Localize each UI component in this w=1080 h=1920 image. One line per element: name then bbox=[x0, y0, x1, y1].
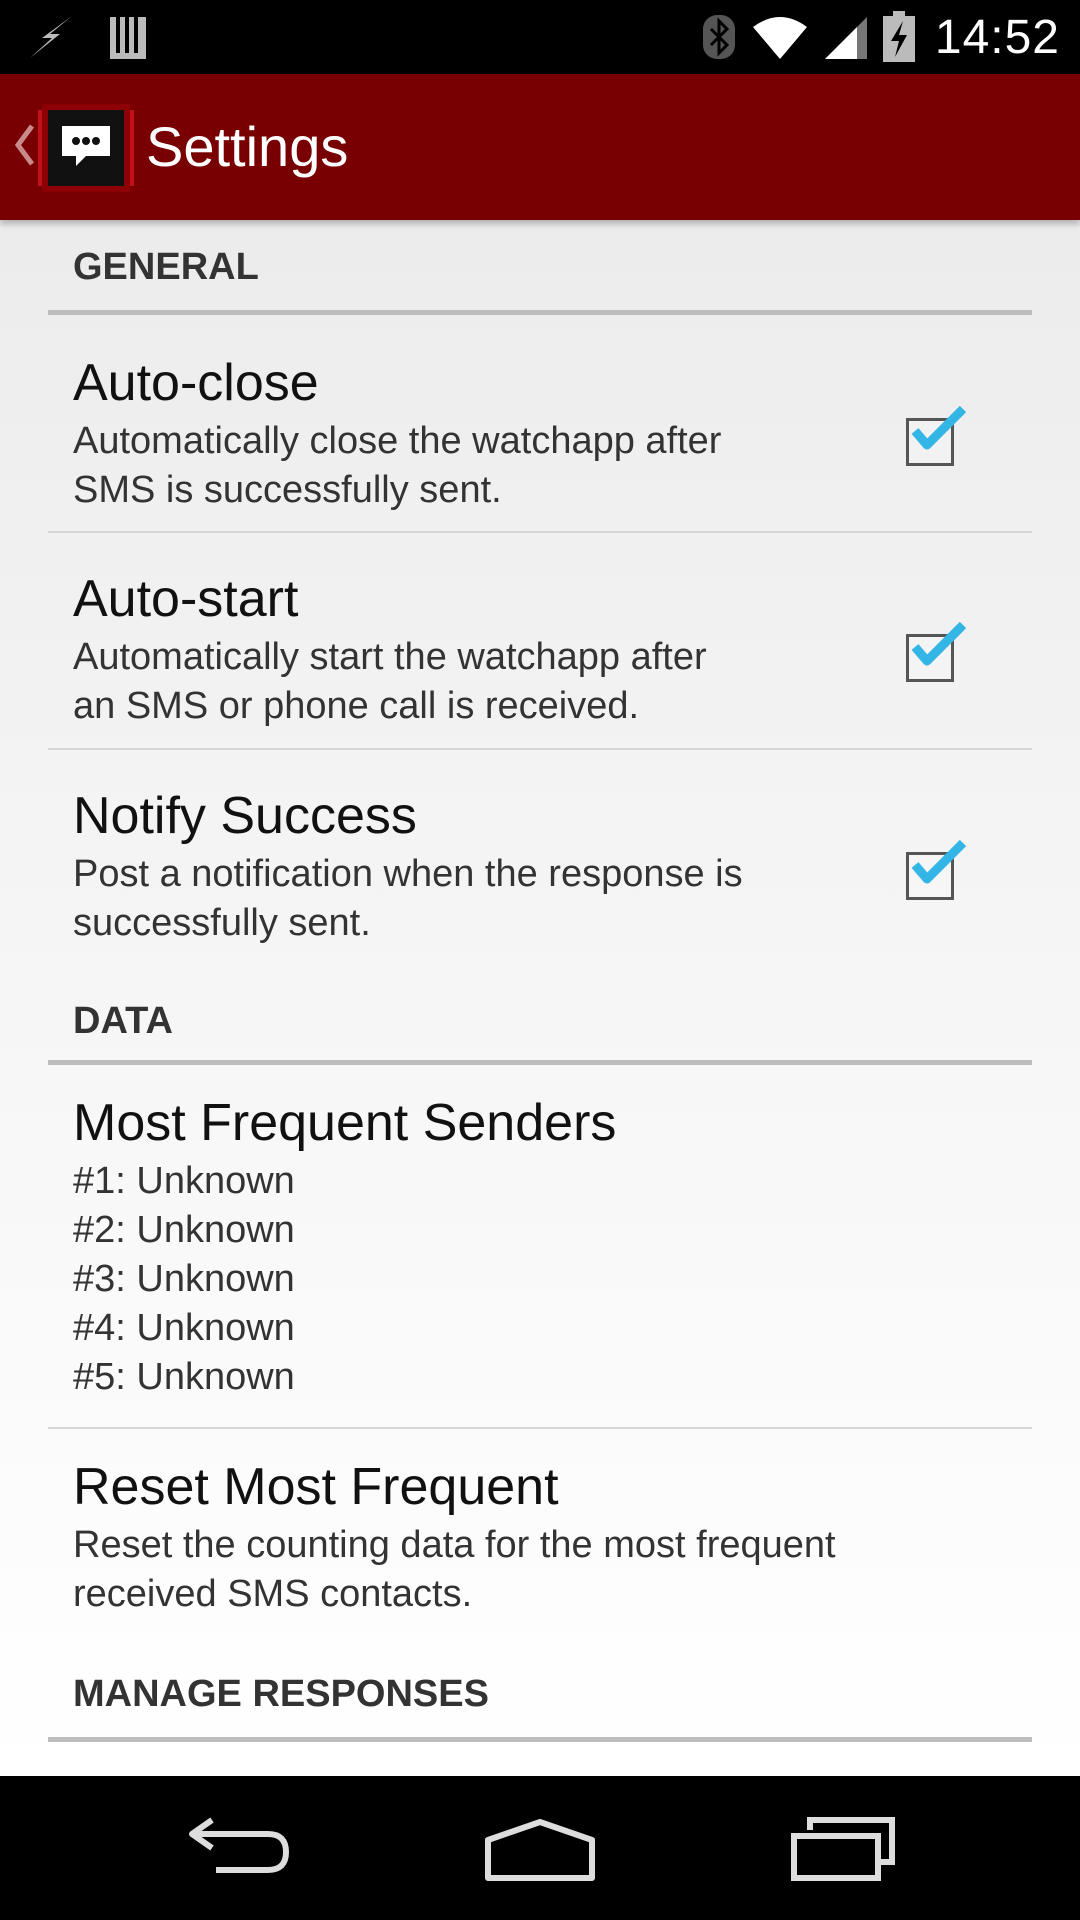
pref-auto-start-title: Auto-start bbox=[73, 570, 299, 628]
pref-notify-success-summary: Post a notification when the response is… bbox=[73, 853, 743, 944]
wifi-icon bbox=[752, 17, 807, 59]
category-general: GENERAL bbox=[48, 220, 1032, 315]
checkmark-icon bbox=[911, 405, 967, 450]
back-icon[interactable] bbox=[186, 1812, 292, 1884]
auto-close-checkbox[interactable] bbox=[906, 405, 967, 466]
pref-auto-close-summary: Automatically close the watchapp after S… bbox=[73, 420, 722, 511]
pref-most-frequent-senders[interactable]: Most Frequent Senders #1: Unknown #2: Un… bbox=[48, 1065, 1032, 1429]
pref-notify-success[interactable]: Notify Success Post a notification when … bbox=[48, 750, 1032, 968]
notify-success-checkbox[interactable] bbox=[906, 839, 967, 900]
sender-item: #4: Unknown bbox=[73, 1307, 295, 1349]
status-clock: 14:52 bbox=[934, 10, 1060, 64]
battery-charging-icon bbox=[882, 11, 915, 62]
pref-reset-title: Reset Most Frequent bbox=[73, 1458, 559, 1516]
action-bar: Settings bbox=[0, 74, 1080, 220]
recents-icon[interactable] bbox=[790, 1812, 896, 1884]
sender-item: #3: Unknown bbox=[73, 1258, 295, 1300]
settings-list[interactable]: GENERAL Auto-close Automatically close t… bbox=[0, 220, 1080, 1776]
category-manage-label: MANAGE RESPONSES bbox=[73, 1673, 489, 1715]
sender-item: #1: Unknown bbox=[73, 1160, 295, 1202]
page-title: Settings bbox=[146, 115, 349, 178]
pref-auto-start[interactable]: Auto-start Automatically start the watch… bbox=[48, 533, 1032, 750]
chevron-left-icon[interactable] bbox=[12, 122, 36, 168]
category-data-label: DATA bbox=[73, 1000, 173, 1042]
sender-item: #5: Unknown bbox=[73, 1356, 295, 1398]
flash-icon bbox=[30, 16, 72, 58]
category-manage-responses: MANAGE RESPONSES bbox=[48, 1635, 1032, 1742]
navigation-bar bbox=[0, 1776, 1080, 1920]
chat-bubble-icon bbox=[38, 104, 134, 192]
auto-start-checkbox[interactable] bbox=[906, 621, 967, 682]
sd-card-icon bbox=[110, 17, 146, 59]
category-data: DATA bbox=[48, 970, 1032, 1065]
home-icon[interactable] bbox=[484, 1812, 596, 1884]
pref-auto-start-summary: Automatically start the watchapp after a… bbox=[73, 636, 707, 727]
bluetooth-icon bbox=[702, 15, 735, 59]
pref-auto-close[interactable]: Auto-close Automatically close the watch… bbox=[48, 315, 1032, 533]
checkmark-icon bbox=[911, 621, 967, 666]
status-bar: 14:52 bbox=[0, 0, 1080, 74]
category-general-label: GENERAL bbox=[73, 246, 259, 288]
app-logo[interactable] bbox=[38, 100, 134, 196]
pref-reset-most-frequent[interactable]: Reset Most Frequent Reset the counting d… bbox=[48, 1429, 1032, 1635]
pref-most-frequent-title: Most Frequent Senders bbox=[73, 1094, 617, 1152]
most-frequent-senders-list: #1: Unknown #2: Unknown #3: Unknown #4: … bbox=[73, 1157, 873, 1402]
pref-reset-summary: Reset the counting data for the most fre… bbox=[73, 1524, 836, 1615]
pref-notify-success-title: Notify Success bbox=[73, 787, 417, 845]
checkmark-icon bbox=[911, 839, 967, 884]
sender-item: #2: Unknown bbox=[73, 1209, 295, 1251]
signal-icon bbox=[824, 17, 867, 59]
pref-auto-close-title: Auto-close bbox=[73, 354, 319, 412]
